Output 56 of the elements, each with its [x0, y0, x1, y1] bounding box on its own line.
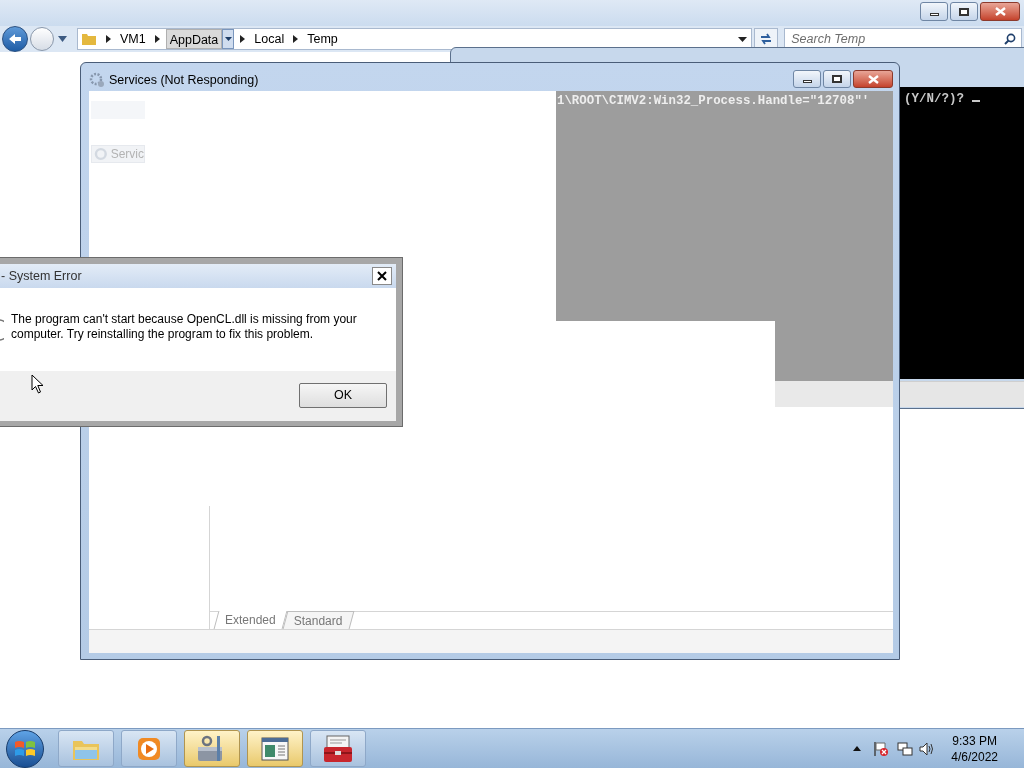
close-button[interactable] — [980, 2, 1020, 21]
chevron-icon — [293, 35, 299, 43]
minimize-button[interactable] — [793, 70, 821, 88]
gear-icon — [89, 72, 105, 89]
address-field[interactable]: VM1 AppData Local Temp — [76, 28, 753, 50]
caret-icon — [224, 37, 232, 41]
windows-logo-icon — [14, 738, 36, 759]
clock-time[interactable]: 9:33 PM — [952, 732, 997, 749]
play-icon — [136, 735, 162, 762]
flag-icon — [873, 740, 890, 757]
search-field[interactable]: Search Temp — [784, 28, 1022, 50]
close-icon — [377, 271, 387, 281]
caret-icon — [738, 36, 748, 42]
close-button[interactable] — [853, 70, 893, 88]
taskbar-button[interactable] — [310, 730, 366, 767]
maximize-button[interactable] — [950, 2, 978, 21]
chevron-icon — [105, 35, 111, 43]
close-icon — [867, 74, 879, 84]
breadcrumb-item[interactable]: AppData — [165, 29, 223, 49]
network-icon — [897, 740, 914, 757]
start-button[interactable] — [6, 729, 44, 768]
chevron-icon — [154, 35, 160, 43]
console-text: (Y/N/?)? — [904, 90, 980, 109]
breadcrumb-dropdown-button[interactable] — [222, 29, 235, 49]
ok-button[interactable]: OK — [299, 383, 387, 408]
maximize-button[interactable] — [823, 70, 851, 88]
refresh-button[interactable] — [754, 28, 779, 50]
view-tab[interactable]: Extended — [213, 611, 288, 629]
history-caret-icon — [57, 36, 67, 42]
refresh-icon — [759, 33, 774, 45]
folder-icon — [80, 31, 97, 47]
chevron-icon — [240, 35, 246, 43]
window-title: Services (Not Responding) — [109, 72, 259, 89]
minimize-button[interactable] — [920, 2, 948, 21]
search-icon — [1004, 33, 1016, 45]
taskbar-button[interactable] — [184, 730, 240, 767]
dialog-title: - System Error — [0, 267, 82, 285]
show-hidden-icons-icon — [853, 746, 862, 751]
close-button[interactable] — [372, 267, 392, 285]
clock-date[interactable]: 4/6/2022 — [951, 748, 998, 765]
gear-icon — [94, 147, 108, 161]
mouse-cursor-icon — [31, 374, 44, 394]
breadcrumb-item[interactable]: VM1 — [116, 29, 149, 49]
console-text: 1\ROOT\CIMV2:Win32_Process.Handle="12708"' — [557, 93, 870, 110]
toolbox-icon — [322, 733, 354, 764]
breadcrumb-item[interactable]: Temp — [304, 29, 341, 49]
taskbar-button[interactable] — [247, 730, 303, 767]
back-button[interactable] — [2, 26, 28, 52]
back-arrow-icon — [8, 33, 22, 45]
window-icon — [260, 735, 290, 762]
close-icon — [994, 7, 1006, 16]
error-message: The program can't start because OpenCL.dll is missing from your computer. Try reinstalling the program to fix this problem. — [11, 312, 358, 342]
tree-item-label: Servic — [110, 146, 144, 162]
view-tab[interactable]: Standard — [282, 611, 354, 629]
volume-icon — [919, 740, 936, 757]
breadcrumb-item[interactable]: Local — [251, 29, 288, 49]
